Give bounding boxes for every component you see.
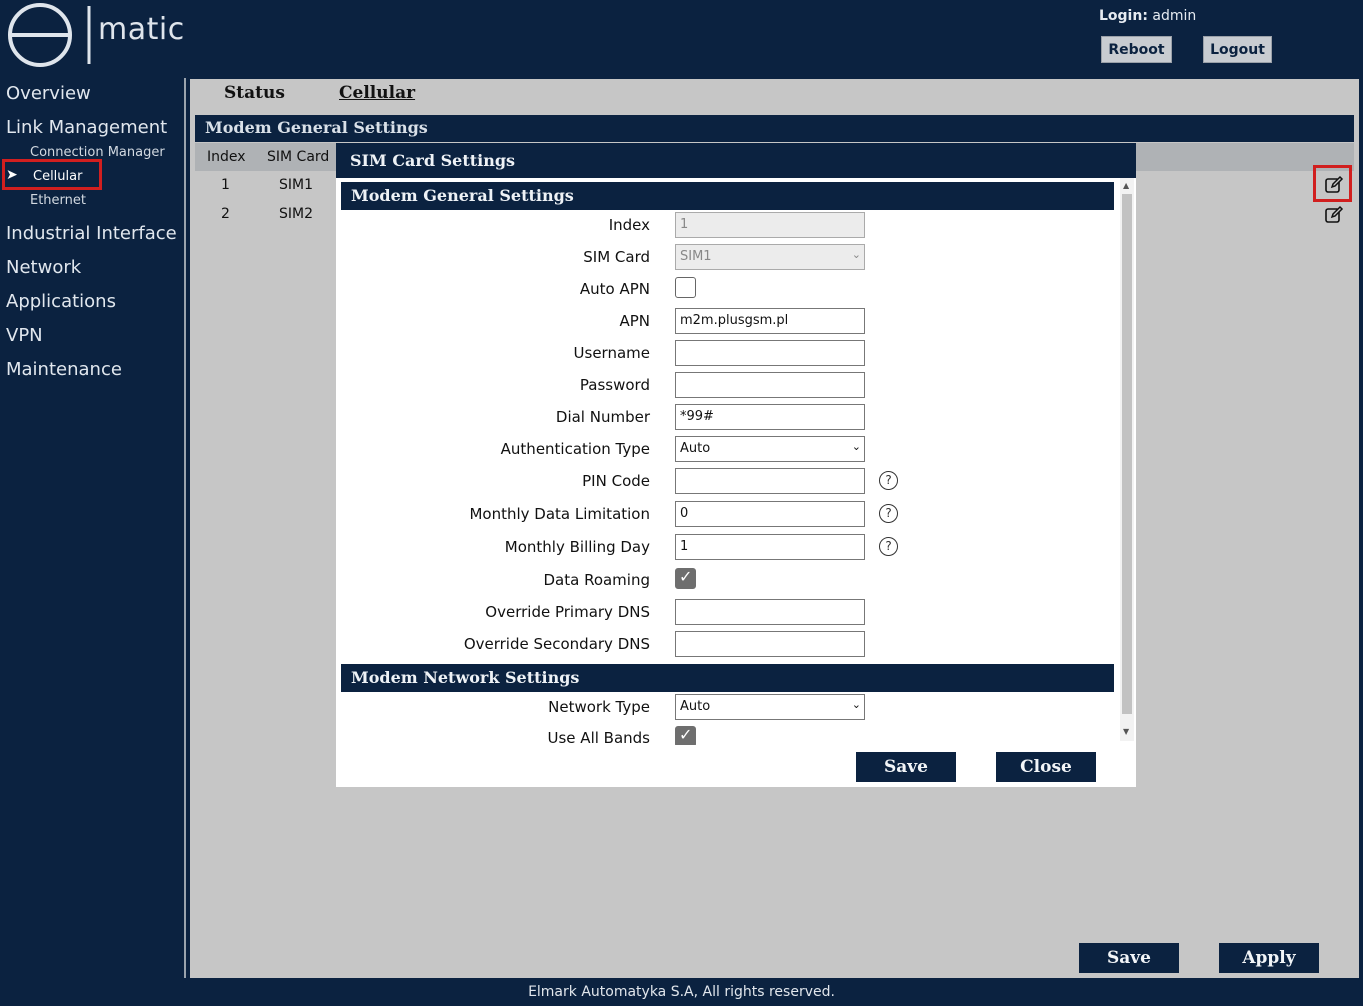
network-type-value: Auto — [680, 699, 711, 714]
pin-code-label: PIN Code — [582, 472, 650, 490]
cell-sim-card: SIM1 — [279, 177, 314, 193]
auto-apn-label: Auto APN — [579, 280, 650, 298]
main-apply-button[interactable]: Apply — [1219, 943, 1319, 973]
dial-number-label: Dial Number — [555, 408, 650, 426]
help-icon[interactable]: ? — [879, 537, 898, 556]
password-label: Password — [579, 376, 650, 394]
chevron-down-icon: ⌄ — [851, 440, 861, 453]
apn-label: APN — [619, 312, 650, 330]
scroll-up-icon[interactable]: ▲ — [1123, 181, 1129, 190]
sidebar-item-connection-manager[interactable]: Connection Manager — [30, 145, 165, 160]
sidebar-item-vpn[interactable]: VPN — [6, 325, 43, 346]
sidebar-item-overview[interactable]: Overview — [6, 83, 91, 104]
data-roaming-checkbox[interactable]: ✓ — [675, 567, 696, 589]
network-settings-header: Modem Network Settings — [341, 664, 1114, 692]
auth-type-select[interactable]: Auto ⌄ — [675, 436, 865, 462]
apn-field[interactable]: m2m.plusgsm.pl — [675, 308, 865, 334]
cell-index: 2 — [221, 206, 230, 222]
chevron-down-icon: ⌄ — [851, 248, 861, 261]
help-icon[interactable]: ? — [879, 504, 898, 523]
help-icon[interactable]: ? — [879, 471, 898, 490]
tab-cellular[interactable]: Cellular — [339, 83, 415, 103]
secondary-dns-label: Override Secondary DNS — [463, 635, 650, 653]
sim-card-settings-dialog: SIM Card Settings Modem General Settings… — [336, 143, 1136, 787]
footer-copyright: Elmark Automatyka S.A, All rights reserv… — [528, 984, 835, 1000]
username-label: Username — [573, 344, 650, 362]
password-field[interactable] — [675, 372, 865, 398]
sim-card-label: SIM Card — [583, 248, 650, 266]
sidebar-nav: Overview Link Management Connection Mana… — [0, 78, 184, 978]
primary-dns-field[interactable] — [675, 599, 865, 625]
auth-type-value: Auto — [680, 441, 711, 456]
sim-card-value: SIM1 — [680, 249, 712, 264]
sidebar-item-industrial-interface[interactable]: Industrial Interface — [6, 223, 177, 244]
scroll-down-icon[interactable]: ▼ — [1123, 727, 1129, 736]
auth-type-label: Authentication Type — [500, 440, 650, 458]
network-type-select[interactable]: Auto ⌄ — [675, 694, 865, 720]
login-info: Login: admin — [1099, 8, 1196, 24]
dialog-save-button[interactable]: Save — [856, 752, 956, 782]
sidebar-item-cellular[interactable]: Cellular — [33, 169, 82, 184]
monthly-data-limit-label: Monthly Data Limitation — [469, 505, 650, 523]
monthly-data-limit-field[interactable]: 0 — [675, 501, 865, 527]
primary-dns-label: Override Primary DNS — [485, 603, 650, 621]
cell-index: 1 — [221, 177, 230, 193]
sidebar-item-link-management[interactable]: Link Management — [6, 117, 167, 138]
sidebar-divider — [184, 78, 186, 978]
reboot-button[interactable]: Reboot — [1101, 36, 1172, 63]
data-roaming-label: Data Roaming — [543, 571, 650, 589]
column-header-index: Index — [207, 149, 246, 165]
auto-apn-checkbox[interactable] — [675, 277, 696, 298]
dialog-close-button[interactable]: Close — [996, 752, 1096, 782]
network-type-label: Network Type — [548, 698, 650, 716]
section-title: Modem General Settings — [195, 115, 1354, 142]
sim-card-select: SIM1 ⌄ — [675, 244, 865, 270]
scroll-thumb[interactable] — [1122, 194, 1132, 714]
cell-sim-card: SIM2 — [279, 206, 314, 222]
billing-day-label: Monthly Billing Day — [504, 538, 650, 556]
tab-status[interactable]: Status — [224, 83, 285, 103]
sidebar-item-applications[interactable]: Applications — [6, 291, 116, 312]
general-settings-header: Modem General Settings — [341, 182, 1114, 210]
use-all-bands-label: Use All Bands — [547, 729, 650, 745]
edit-icon[interactable] — [1324, 175, 1344, 195]
login-user: admin — [1152, 8, 1197, 24]
sidebar-item-maintenance[interactable]: Maintenance — [6, 359, 122, 380]
logout-button[interactable]: Logout — [1203, 36, 1272, 63]
use-all-bands-checkbox[interactable]: ✓ — [675, 725, 696, 745]
dialog-scroll-area[interactable]: Modem General Settings Index 1 SIM Card … — [336, 178, 1136, 745]
check-icon: ✓ — [679, 567, 693, 586]
sidebar-item-ethernet[interactable]: Ethernet — [30, 193, 86, 208]
main-save-button[interactable]: Save — [1079, 943, 1179, 973]
dialog-title: SIM Card Settings — [336, 143, 1136, 178]
chevron-down-icon: ⌄ — [851, 698, 861, 711]
secondary-dns-field[interactable] — [675, 631, 865, 657]
sidebar-item-network[interactable]: Network — [6, 257, 81, 278]
edit-icon[interactable] — [1324, 205, 1344, 225]
login-label: Login: — [1099, 8, 1148, 24]
dialog-scrollbar[interactable]: ▲ ▼ — [1120, 178, 1134, 741]
username-field[interactable] — [675, 340, 865, 366]
billing-day-field[interactable]: 1 — [675, 534, 865, 560]
dial-number-field[interactable]: *99# — [675, 404, 865, 430]
logo-text: matic — [98, 12, 185, 47]
check-icon: ✓ — [679, 725, 693, 744]
column-header-sim-card: SIM Card — [267, 149, 330, 165]
pin-code-field[interactable] — [675, 468, 865, 494]
index-field: 1 — [675, 212, 865, 238]
active-arrow-icon: ➤ — [6, 167, 18, 183]
index-label: Index — [608, 216, 650, 234]
